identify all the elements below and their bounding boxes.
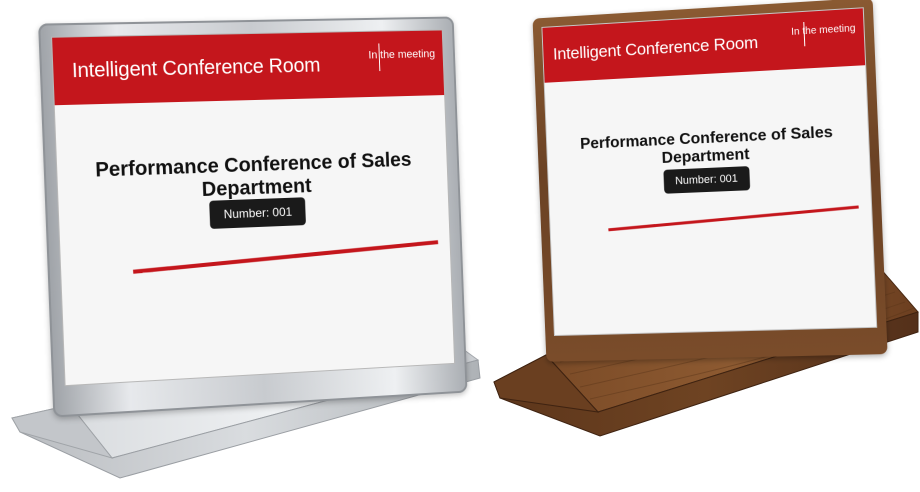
- meeting-title: Performance Conference of Sales Departme…: [579, 123, 834, 167]
- meeting-status: In the meeting: [790, 23, 856, 38]
- wood-screen: Intelligent Conference Room In the meeti…: [541, 7, 878, 337]
- number-badge: Number: 001: [662, 166, 751, 194]
- header-title: Intelligent Conference Room: [552, 32, 759, 64]
- accent-line: [608, 205, 859, 232]
- header-banner: Intelligent Conference Room In the meeti…: [542, 8, 866, 83]
- product-scene: Intelligent Conference Room In the meeti…: [0, 0, 920, 492]
- wood-frame: Intelligent Conference Room In the meeti…: [532, 0, 888, 362]
